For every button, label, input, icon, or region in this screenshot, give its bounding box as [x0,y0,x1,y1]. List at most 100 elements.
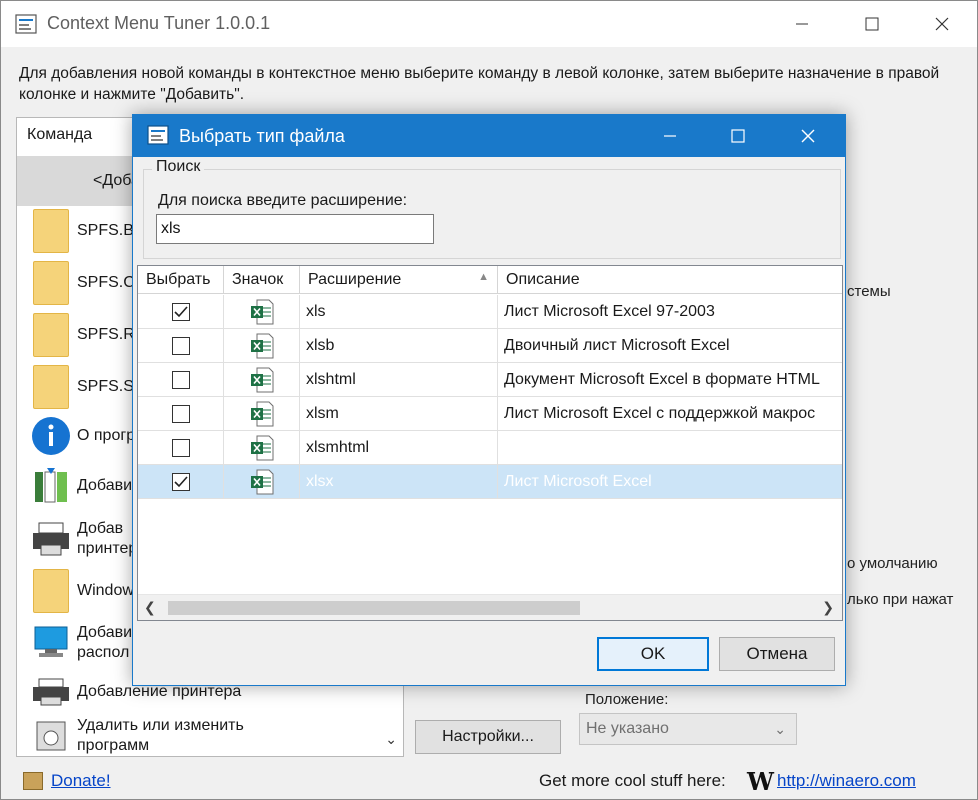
select-cell [138,295,224,329]
extension-cell: xlsmhtml [300,431,498,465]
click-option-label: лько при нажат [847,591,954,608]
winaero-logo: W [747,767,774,796]
icon-cell [224,363,300,397]
checkmark-icon [173,476,188,488]
scroll-down-icon[interactable]: ⌄ [385,731,397,748]
dialog-maximize-button[interactable] [705,115,771,157]
command-label-line2: программ [77,737,150,754]
footer: Donate! Get more cool stuff here: W http… [1,763,977,799]
command-label: Добав [77,520,124,537]
printer-icon [33,678,69,706]
select-checkbox[interactable] [171,473,190,491]
extension-search-input[interactable] [156,214,434,244]
minimize-button[interactable] [767,1,837,47]
excel-file-icon [250,333,273,359]
search-field-label: Для поиска введите расширение: [158,192,408,209]
excel-file-icon [250,469,273,495]
select-cell [138,431,224,465]
position-label: Положение: [585,691,669,708]
extension-cell: xlsx [300,465,498,499]
dialog-close-button[interactable] [775,115,841,157]
excel-file-icon [250,299,273,325]
dialog-minimize-button[interactable] [637,115,703,157]
description-cell: Лист Microsoft Excel с поддержкой макрос [504,405,816,422]
file-type-table[interactable]: Выбрать Значок Расширение ▲ Описание xls… [137,265,843,621]
info-icon [32,417,70,455]
column-header-select[interactable]: Выбрать [138,266,224,294]
column-header-icon[interactable]: Значок [224,266,300,294]
table-header: Выбрать Значок Расширение ▲ Описание [138,266,842,294]
close-button[interactable] [907,1,977,47]
icon-cell [224,329,300,363]
select-cell [138,465,224,499]
position-value: Не указано [586,720,669,737]
settings-button[interactable]: Настройки... [415,720,561,754]
command-label: SPFS.B [77,222,134,239]
donate-icon [23,772,43,790]
command-item[interactable]: Удалить или изменить программ [17,716,403,756]
folder-icon [33,365,69,409]
icon-cell [224,397,300,431]
table-row[interactable]: xlsb Двоичный лист Microsoft Excel [138,329,842,363]
excel-file-icon [250,435,273,461]
printer-icon [33,522,69,556]
close-icon [935,17,949,31]
sort-up-icon: ▲ [478,271,489,283]
command-label: SPFS.S [77,378,134,395]
dialog-title: Выбрать тип файла [179,126,345,146]
select-cell [138,329,224,363]
maximize-button[interactable] [837,1,907,47]
column-header-description[interactable]: Описание [498,266,842,294]
icon-cell [224,295,300,329]
extension-cell: xlsb [300,329,498,363]
table-row[interactable]: xlsm Лист Microsoft Excel с поддержкой ма… [138,397,842,431]
maximize-icon [731,129,745,143]
table-row[interactable]: xlshtml Документ Microsoft Excel в формат… [138,363,842,397]
table-row[interactable]: xlsmhtml [138,431,842,465]
select-checkbox[interactable] [171,439,190,457]
command-label: О прогр [77,427,136,444]
folder-icon [33,209,69,253]
select-checkbox[interactable] [171,371,190,389]
app-icon [15,14,37,34]
donate-link[interactable]: Donate! [51,771,111,791]
icon-cell [224,465,300,499]
main-titlebar: Context Menu Tuner 1.0.0.1 [1,1,977,47]
more-stuff-text: Get more cool stuff here: [539,771,726,790]
description-cell [498,431,842,465]
library-icon [35,468,67,503]
select-checkbox[interactable] [171,303,190,321]
minimize-icon [664,135,676,137]
position-dropdown[interactable]: Не указано ⌄ [579,713,797,745]
description-cell: Двоичный лист Microsoft Excel [504,337,730,354]
winaero-link[interactable]: http://winaero.com [777,771,916,791]
command-label: Добави [77,624,133,641]
description-cell: Лист Microsoft Excel 97-2003 [504,303,715,320]
select-checkbox[interactable] [171,337,190,355]
column-header-extension[interactable]: Расширение ▲ [300,266,498,294]
right-panel-text: стемы [847,283,891,300]
command-label-line2: принтер [77,540,138,557]
ok-button[interactable]: OK [597,637,709,671]
scroll-left-icon[interactable]: ❮ [144,599,156,616]
scrollbar-thumb[interactable] [168,601,580,615]
table-row[interactable]: xlsx Лист Microsoft Excel [138,465,842,499]
search-group-label: Поиск [152,158,205,176]
instructions-text: Для добавления новой команды в контекстн… [19,65,940,103]
cancel-button[interactable]: Отмена [719,637,835,671]
horizontal-scrollbar[interactable]: ❮ ❯ [138,594,842,620]
dialog-titlebar: Выбрать тип файла [133,115,845,157]
table-row[interactable]: xls Лист Microsoft Excel 97-2003 [138,295,842,329]
select-cell [138,363,224,397]
excel-file-icon [250,401,273,427]
command-column-header: Команда [27,126,93,143]
select-checkbox[interactable] [171,405,190,423]
excel-file-icon [250,367,273,393]
folder-icon [33,261,69,305]
extension-cell: xlsm [300,397,498,431]
chevron-down-icon: ⌄ [774,721,786,737]
scroll-right-icon[interactable]: ❯ [822,599,834,616]
search-group: Поиск Для поиска введите расширение: [143,158,841,259]
command-label: SPFS.C [77,274,135,291]
extension-cell: xlshtml [300,363,498,397]
